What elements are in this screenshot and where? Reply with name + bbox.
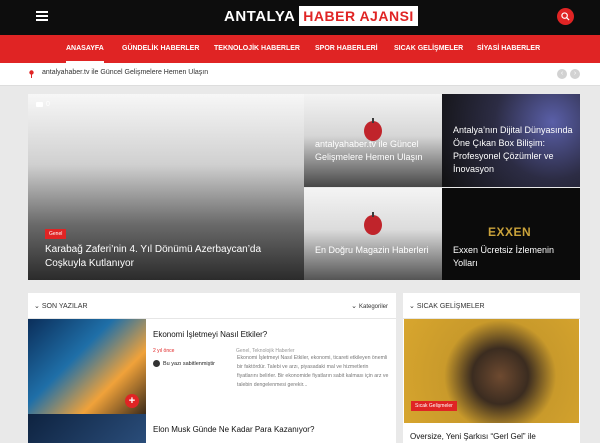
article-excerpt: Ekonomi İşletmeyi Nasıl Etkiler, ekonomi… [237,355,389,388]
article-thumbnail[interactable] [28,414,146,443]
sicak-article-image[interactable]: Sıcak Gelişmeler [404,319,579,423]
article-title[interactable]: Elon Musk Günde Ne Kadar Para Kazanıyor? [153,425,314,434]
logo-text-antalya: ANTALYA [224,7,296,25]
ticker-prev-button[interactable]: ‹ [557,69,567,79]
hamburger-menu-icon[interactable] [36,11,48,21]
son-yazilar-heading-text: SON YAZILAR [41,303,88,310]
logo-text-haber-ajansi: HABER AJANSI [299,6,418,26]
article-time: 2 yıl önce [153,348,175,354]
chevron-down-icon: ⌄ [409,303,415,310]
search-icon [561,12,570,21]
pinned-notice: Bu yazı sabitlenmiştir [153,360,215,367]
pinned-text: Bu yazı sabitlenmiştir [163,360,215,367]
news-ticker: antalyahaber.tv ile Güncel Gelişmelere H… [0,63,600,86]
article-thumbnail[interactable]: + [28,319,146,414]
location-pin-icon [29,70,34,78]
son-yazilar-panel: ⌄ SON YAZILAR ⌄ Kategoriler + Ekonomi İşle… [28,293,396,443]
hero-tile-3-title[interactable]: En Doğru Magazin Haberleri [315,244,437,257]
ticker-next-button[interactable]: › [570,69,580,79]
comment-count: 0 [36,101,50,108]
hero-tile-2[interactable]: Antalya’nın Dijital Dünyasında Öne Çıkan… [442,94,580,187]
nav-item-teknolojik-haberler[interactable]: TEKNOLOJİK HABERLER [214,35,300,63]
add-button[interactable]: + [125,394,139,408]
nav-item-gundelik-haberler[interactable]: GÜNDELİK HABERLER [122,35,199,63]
hero-tile-1-title[interactable]: antalyahaber.tv ile Güncel Gelişmelere H… [315,138,437,164]
sicak-badge[interactable]: Sıcak Gelişmeler [411,401,457,411]
hero-tile-4[interactable]: EXXEN Exxen Ücretsiz İzlemenin Yolları [442,188,580,280]
search-button[interactable] [557,8,574,25]
comment-icon [36,102,43,107]
nav-item-anasayfa[interactable]: ANASAYFA [66,35,104,63]
ticker-headline[interactable]: antalyahaber.tv ile Güncel Gelişmelere H… [42,69,208,76]
site-logo[interactable]: ANTALYA HABER AJANSI [224,6,418,26]
sicak-article-title[interactable]: Oversize, Yeni Şarkısı “Gerl Gel” ile [410,432,536,441]
sicak-gelismeler-heading-text: SICAK GELİŞMELER [416,303,485,310]
categories-dropdown[interactable]: ⌄ Kategoriler [351,302,388,310]
pin-icon [153,360,160,367]
sicak-gelismeler-header: ⌄ SICAK GELİŞMELER [403,293,580,319]
exxen-logo: EXXEN [488,225,532,239]
apple-logo-icon [364,212,382,235]
hero-main-article[interactable]: 0 Genel Karabağ Zaferi’nin 4. Yıl Dönümü… [28,94,304,280]
nav-item-sicak-gelismeler[interactable]: SICAK GELİŞMELER [394,35,463,63]
son-yazilar-heading: ⌄ SON YAZILAR [34,302,88,310]
hero-tile-2-title[interactable]: Antalya’nın Dijital Dünyasında Öne Çıkan… [453,124,575,176]
nav-item-spor-haberleri[interactable]: SPOR HABERLERİ [315,35,378,63]
sicak-gelismeler-panel: ⌄ SICAK GELİŞMELER Sıcak Gelişmeler Overs… [403,293,580,443]
hero-tile-3[interactable]: En Doğru Magazin Haberleri [304,188,442,280]
son-yazilar-header: ⌄ SON YAZILAR ⌄ Kategoriler [28,293,396,319]
categories-label: Kategoriler [358,304,388,310]
chevron-down-icon: ⌄ [351,303,357,310]
category-badge[interactable]: Genel [45,229,67,239]
top-header: ANTALYA HABER AJANSI [0,0,600,35]
chevron-down-icon: ⌄ [34,303,40,310]
main-nav: ANASAYFA GÜNDELİK HABERLER TEKNOLOJİK HA… [0,35,600,63]
sicak-gelismeler-heading: ⌄ SICAK GELİŞMELER [409,302,485,310]
hero-tile-1[interactable]: antalyahaber.tv ile Güncel Gelişmelere H… [304,94,442,187]
nav-item-siyasi-haberler[interactable]: SİYASİ HABERLER [477,35,540,63]
hero-main-title[interactable]: Karabağ Zaferi’nin 4. Yıl Dönümü Azerbay… [45,243,285,271]
article-title[interactable]: Ekonomi İşletmeyi Nasıl Etkiler? [153,330,267,339]
comment-count-value: 0 [46,101,50,108]
hero-tile-4-title[interactable]: Exxen Ücretsiz İzlemenin Yolları [453,244,575,270]
